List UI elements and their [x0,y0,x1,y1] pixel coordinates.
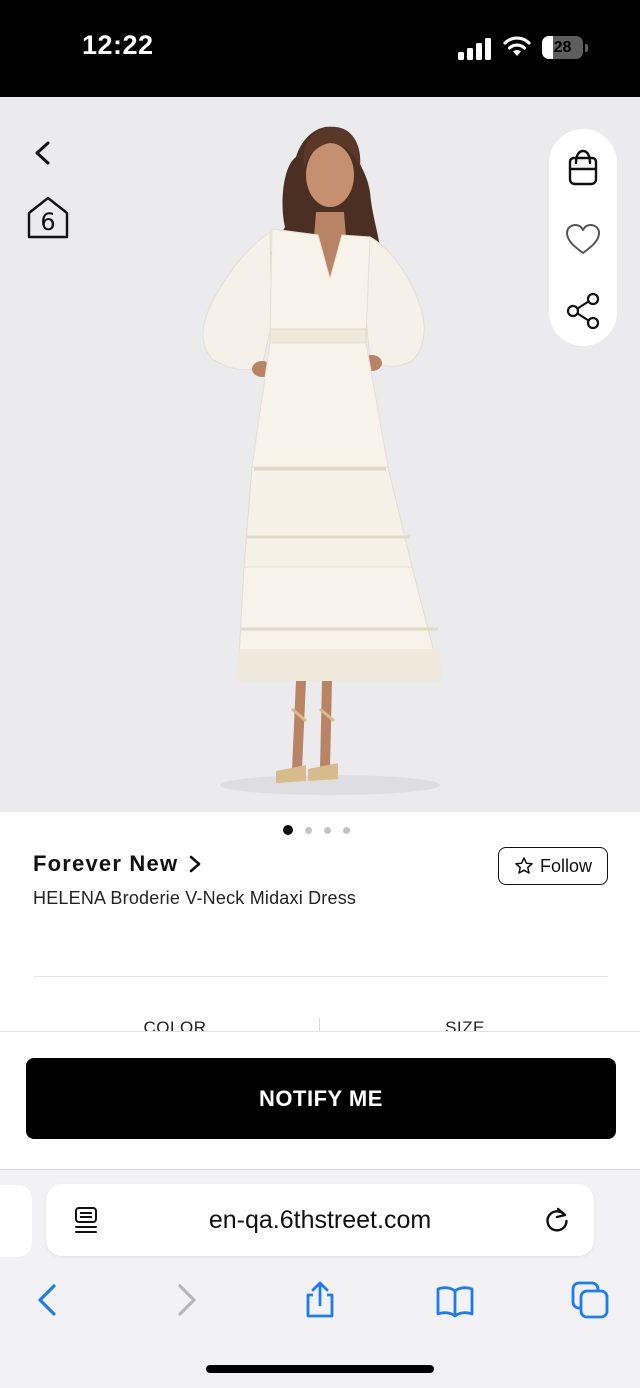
chevron-right-icon [189,855,201,873]
page-menu-icon[interactable] [72,1206,100,1234]
bookmarks-icon[interactable] [435,1280,475,1320]
share-icon[interactable] [563,291,603,331]
divider [33,976,608,977]
product-image-gallery[interactable]: 6 [0,97,640,812]
product-title: HELENA Broderie V-Neck Midaxi Dress [33,888,357,908]
carousel-dot[interactable] [324,826,331,834]
address-bar[interactable]: en-qa.6thstreet.com [46,1184,594,1256]
back-icon[interactable] [28,1280,68,1320]
forward-icon[interactable] [166,1280,206,1320]
logo-digit: 6 [40,208,56,236]
brand-link[interactable]: Forever New [33,848,202,880]
battery-percentage: 28 [553,39,572,56]
sticky-cta-panel: NOTIFY ME [0,1031,640,1169]
carousel-dots[interactable] [283,825,350,835]
follow-button[interactable]: Follow [498,847,608,885]
heart-icon[interactable] [563,219,603,259]
battery-icon: 28 [542,36,588,59]
reload-icon[interactable] [543,1206,571,1234]
product-image[interactable] [0,97,640,812]
back-chevron-icon[interactable] [28,137,58,169]
product-actions-panel [549,129,617,346]
signal-icon [458,38,491,60]
wifi-icon [503,36,531,56]
status-time: 12:22 [82,30,154,60]
tab-separator [319,1018,320,1032]
follow-label: Follow [539,855,592,876]
notify-me-button[interactable]: NOTIFY ME [26,1058,616,1139]
shopping-bag-icon[interactable] [563,147,603,187]
browser-toolbar: en-qa.6thstreet.com [0,1169,640,1388]
brand-name: Forever New [33,851,179,876]
previous-tab-preview[interactable] [0,1185,32,1257]
share-sheet-icon[interactable] [300,1280,340,1320]
carousel-dot[interactable] [305,826,312,834]
carousel-dot-active[interactable] [283,825,293,835]
star-icon [515,857,533,874]
battery-body: 28 [542,36,583,59]
status-bar: 12:22 28 [0,0,640,97]
tabs-icon[interactable] [570,1280,610,1320]
battery-nub [585,44,588,52]
url-text[interactable]: en-qa.6thstreet.com [46,1184,594,1256]
sixth-street-logo-icon[interactable]: 6 [26,195,70,241]
home-indicator [206,1365,434,1373]
carousel-dot[interactable] [343,826,350,834]
